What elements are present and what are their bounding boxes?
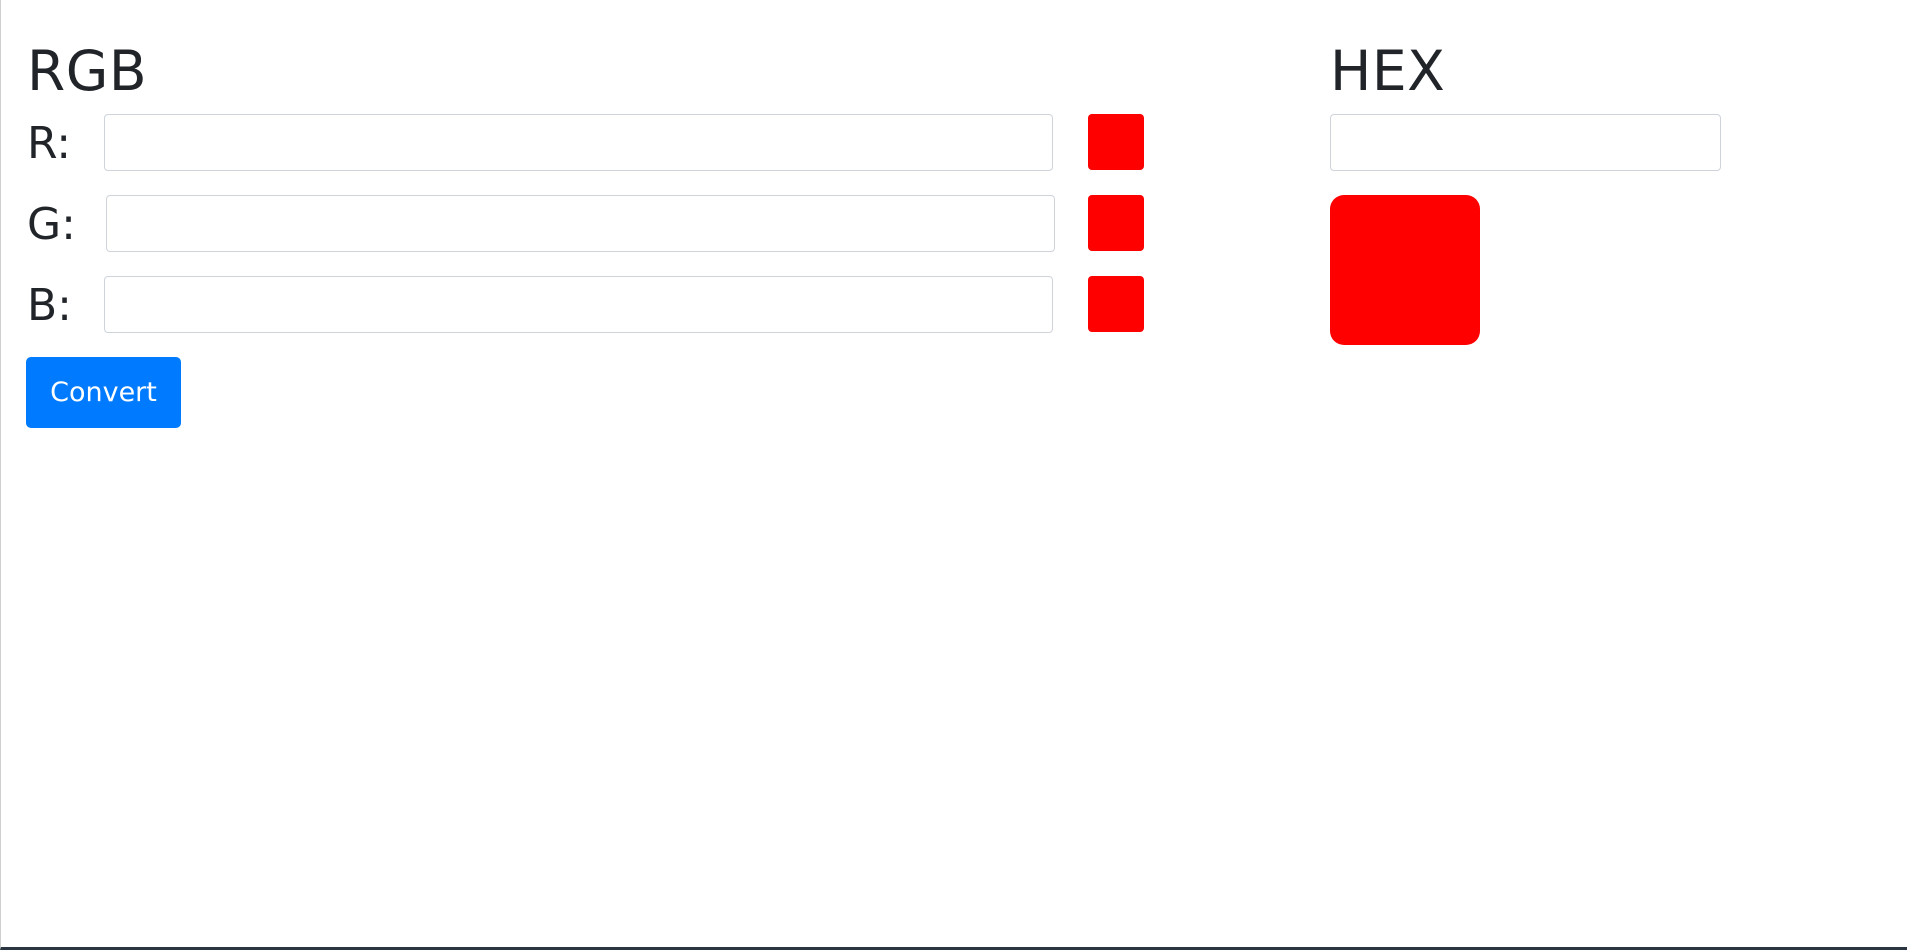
- hex-input[interactable]: [1330, 114, 1721, 171]
- r-label: R:: [27, 118, 72, 169]
- r-swatch: [1088, 114, 1144, 170]
- g-label: G:: [27, 199, 76, 250]
- rgb-title: RGB: [27, 39, 148, 103]
- g-swatch: [1088, 195, 1144, 251]
- b-label: B:: [27, 280, 73, 331]
- g-input[interactable]: [106, 195, 1055, 252]
- b-swatch: [1088, 276, 1144, 332]
- hex-title: HEX: [1330, 39, 1446, 103]
- r-input[interactable]: [104, 114, 1053, 171]
- convert-button[interactable]: Convert: [26, 357, 181, 428]
- page: RGB R: G: B: Convert HEX: [0, 0, 1907, 950]
- b-input[interactable]: [104, 276, 1053, 333]
- hex-color-preview: [1330, 195, 1480, 345]
